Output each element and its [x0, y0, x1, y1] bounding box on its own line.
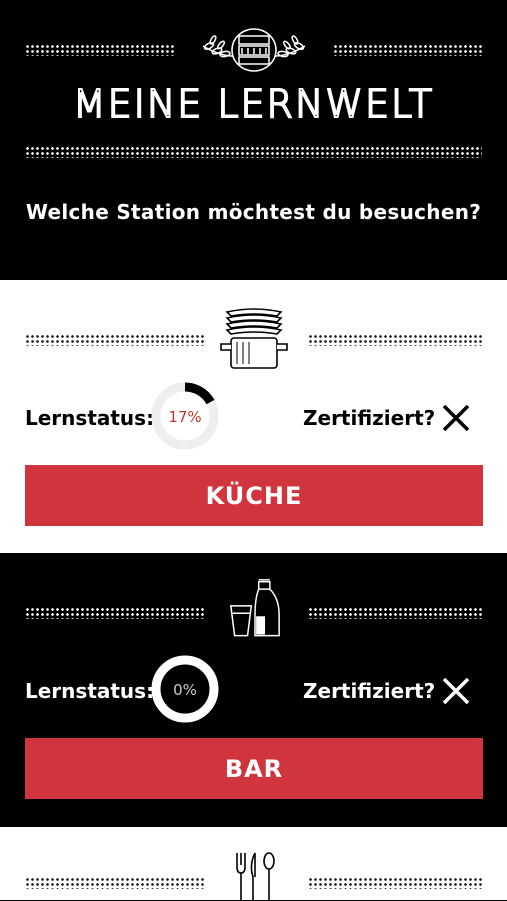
station-button-bar[interactable]: BAR — [25, 738, 483, 799]
glass-and-carafe-icon — [230, 579, 280, 637]
page-title: MEINE LERNWELT — [72, 81, 435, 127]
pot-with-plates-icon — [220, 308, 288, 369]
progress-ring: 0% — [151, 655, 219, 723]
certified-label: Zertifiziert? — [303, 679, 436, 703]
station-button-kueche[interactable]: KÜCHE — [25, 465, 483, 526]
dotted-divider-left — [25, 44, 175, 56]
page-subtitle: Welche Station möchtest du besuchen? — [25, 200, 482, 224]
progress-percent: 0% — [173, 681, 197, 699]
dotted-divider-full — [25, 146, 482, 158]
header: MEINE LERNWELT Welche Station möchtest d… — [0, 0, 507, 280]
dotted-divider-left — [25, 334, 205, 346]
dotted-divider-left — [25, 607, 205, 619]
station-card-kueche: Lernstatus: 17% Zertifiziert? KÜCHE — [0, 280, 507, 553]
progress-percent: 17% — [168, 408, 201, 426]
progress-ring: 17% — [151, 382, 219, 450]
dotted-divider-left — [25, 877, 205, 889]
cutlery-icon — [236, 852, 275, 901]
station-card-restaurant — [0, 827, 507, 901]
restaurant-logo-icon — [202, 28, 306, 72]
dotted-divider-right — [308, 334, 483, 346]
learning-status-label: Lernstatus: — [25, 406, 155, 430]
certified-label: Zertifiziert? — [303, 406, 436, 430]
learning-status-label: Lernstatus: — [25, 679, 155, 703]
dotted-divider-right — [308, 607, 483, 619]
dotted-divider-right — [308, 877, 483, 889]
close-icon — [442, 677, 470, 705]
dotted-divider-right — [333, 44, 483, 56]
close-icon — [442, 404, 470, 432]
station-card-bar: Lernstatus: 0% Zertifiziert? BAR — [0, 553, 507, 827]
